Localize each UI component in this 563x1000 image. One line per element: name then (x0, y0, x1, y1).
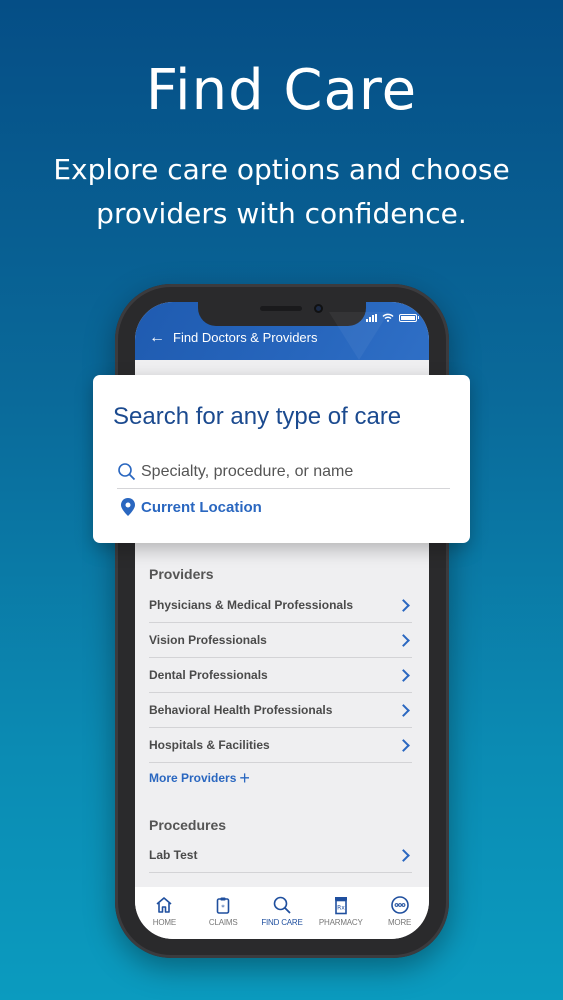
svg-text:*: * (221, 904, 225, 912)
signal-icon (366, 313, 377, 322)
tab-more[interactable]: MORE (372, 895, 428, 927)
list-item-label: Dental Professionals (149, 668, 268, 682)
pill-bottle-icon: Rx (334, 897, 347, 915)
tab-bar: HOME * CLAIMS FIND CARE Rx PHARMACY MORE (135, 887, 429, 939)
status-bar (366, 313, 419, 322)
list-item-label: Hospitals & Facilities (149, 738, 270, 752)
tab-label: FIND CARE (261, 918, 303, 927)
list-item[interactable]: Hospitals & Facilities (149, 728, 412, 763)
tab-find-care[interactable]: FIND CARE (254, 895, 310, 927)
chevron-right-icon (397, 668, 410, 682)
list-item-label: Behavioral Health Professionals (149, 703, 333, 717)
search-card-title: Search for any type of care (113, 403, 402, 430)
tab-label: PHARMACY (318, 918, 363, 927)
more-providers-link[interactable]: More Providers + (149, 768, 250, 788)
search-icon (273, 896, 291, 914)
svg-text:Rx: Rx (337, 905, 345, 912)
tab-label: MORE (387, 918, 412, 927)
list-item-label: Lab Test (149, 848, 198, 862)
nav-title: Find Doctors & Providers (173, 330, 318, 345)
phone-notch (198, 302, 366, 326)
list-item[interactable]: Physicians & Medical Professionals (149, 588, 412, 623)
search-card: Search for any type of care Specialty, p… (93, 375, 470, 543)
plus-icon: + (239, 768, 250, 788)
list-item[interactable]: Dental Professionals (149, 658, 412, 693)
list-item[interactable]: Behavioral Health Professionals (149, 693, 412, 728)
wifi-icon (382, 313, 394, 322)
nav-bar: ← Find Doctors & Providers (149, 329, 318, 345)
chevron-right-icon (397, 598, 410, 612)
search-icon (118, 462, 136, 480)
tab-label: HOME (152, 918, 176, 927)
hero-subtitle: Explore care options and choose provider… (0, 148, 563, 236)
tab-pharmacy[interactable]: Rx PHARMACY (313, 895, 369, 927)
hero-subtitle-line-1: Explore care options and choose (53, 153, 510, 186)
search-placeholder: Specialty, procedure, or name (141, 462, 354, 480)
arrow-left-icon[interactable]: ← (149, 329, 165, 345)
hero-title: Find Care (145, 58, 418, 123)
location-pin-icon (121, 498, 135, 516)
chevron-right-icon (397, 703, 410, 717)
camera (314, 304, 323, 313)
chevron-right-icon (397, 633, 410, 647)
list-item[interactable]: Vision Professionals (149, 623, 412, 658)
home-icon (156, 897, 172, 913)
tab-home[interactable]: HOME (136, 895, 192, 927)
tab-label: CLAIMS (208, 918, 238, 927)
list-item-label: Physicians & Medical Professionals (149, 598, 354, 612)
speaker (260, 306, 302, 311)
list-item[interactable]: Lab Test (149, 838, 412, 873)
app-header: ← Find Doctors & Providers (135, 302, 429, 360)
list-item-label: Vision Professionals (149, 633, 267, 647)
battery-icon (399, 313, 419, 322)
procedures-heading: Procedures (149, 817, 227, 833)
tab-claims[interactable]: * CLAIMS (195, 895, 251, 927)
clipboard-icon: * (216, 897, 230, 914)
current-location-button[interactable]: Current Location (121, 498, 262, 516)
more-icon (390, 896, 409, 914)
more-providers-label: More Providers (149, 771, 237, 785)
chevron-right-icon (397, 738, 410, 752)
hero-subtitle-line-2: providers with confidence. (96, 197, 467, 230)
chevron-right-icon (397, 848, 410, 862)
current-location-label: Current Location (141, 498, 262, 516)
search-input[interactable]: Specialty, procedure, or name (117, 455, 450, 489)
providers-heading: Providers (149, 566, 214, 582)
